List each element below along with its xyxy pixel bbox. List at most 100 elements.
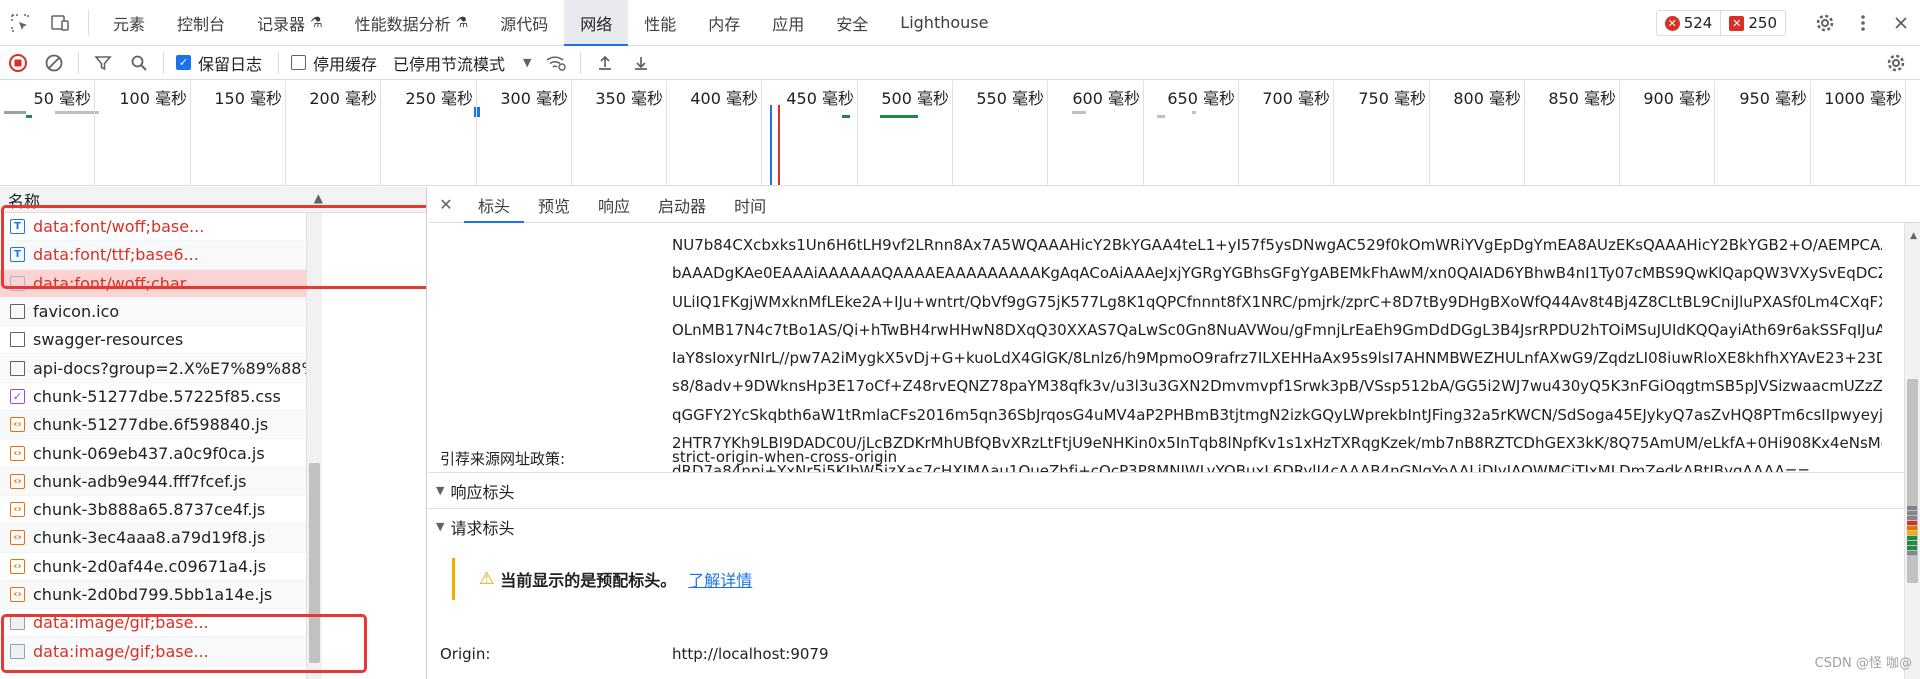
tab-2[interactable]: 记录器 ⚗	[241, 0, 339, 46]
font-file-icon: T	[10, 219, 25, 235]
detail-scrollbar[interactable]	[1904, 223, 1920, 679]
settings-gear-icon[interactable]	[1806, 0, 1844, 46]
tab-label: 性能	[644, 14, 677, 34]
request-name: chunk-51277dbe.6f598840.js	[33, 415, 269, 435]
referrer-policy-key: 引荐来源网址政策:	[440, 450, 566, 468]
clear-icon[interactable]	[36, 46, 72, 80]
document-file-icon	[10, 332, 25, 348]
data-url-line: s8/8adv+9DWknsHp3E17oCf+Z48rvEQNZ78paYM3…	[672, 377, 1882, 396]
origin-key: Origin:	[440, 645, 491, 663]
response-headers-section[interactable]: ▼ 响应标头	[428, 472, 1904, 508]
detail-tab-0[interactable]: 标头	[464, 187, 525, 223]
checkbox-checked-icon[interactable]: ✓	[176, 55, 191, 70]
network-settings-gear-icon[interactable]	[1878, 46, 1914, 80]
watermark: CSDN @怪 咖@	[1814, 656, 1912, 671]
warning-icon: ⚠	[479, 569, 495, 589]
detail-tab-4[interactable]: 时间	[720, 187, 780, 223]
scrollbar-thumb[interactable]	[309, 463, 320, 663]
tab-10[interactable]: Lighthouse	[884, 0, 1004, 46]
request-name: data:image/gif;base...	[33, 613, 209, 633]
device-toolbar-icon[interactable]	[40, 0, 80, 46]
disable-cache-checkbox[interactable]: 停用缓存	[285, 51, 387, 75]
tab-label: 记录器	[257, 14, 306, 34]
data-url-line: OLnMB17N4c7tBo1AS/Qi+hTwBH4rwHHwN8DXqQ30…	[672, 320, 1882, 339]
learn-more-link[interactable]: 了解详情	[688, 567, 752, 591]
search-icon[interactable]	[121, 46, 157, 80]
font-file-icon	[10, 275, 25, 291]
issue-icon: ✕	[1729, 15, 1745, 31]
request-name: chunk-2d0bd799.5bb1a14e.js	[33, 585, 273, 604]
request-name: data:font/ttf;base6...	[33, 245, 199, 265]
request-list: 名称 ▲ Tdata:font/woff;base... Tdata:font/t…	[0, 187, 427, 679]
collapse-triangle-icon: ▼	[436, 520, 445, 533]
divider	[88, 9, 89, 36]
tab-1[interactable]: 控制台	[161, 0, 241, 46]
filter-icon[interactable]	[85, 46, 121, 80]
detail-tab-1[interactable]: 预览	[524, 187, 584, 223]
issue-count: 250	[1748, 14, 1777, 32]
divider	[163, 51, 164, 74]
export-har-icon[interactable]	[623, 46, 659, 80]
data-url-line: IaY8sIoxyrNIrL//pw7A2iMygkX5vDj+G+kuoLdX…	[672, 349, 1882, 368]
tab-label: 网络	[580, 14, 613, 34]
document-file-icon	[10, 304, 25, 320]
script-file-icon: ‹›	[10, 558, 25, 574]
import-har-icon[interactable]	[587, 46, 623, 80]
origin-header-row: Origin: http://localhost:9079	[440, 645, 829, 663]
issue-counter[interactable]: ✕ 250	[1720, 11, 1785, 35]
clipped-line	[672, 223, 1882, 231]
request-name: swagger-resources	[33, 330, 184, 350]
error-icon: ✕	[1664, 15, 1680, 31]
request-list-scrollbar[interactable]	[306, 213, 322, 679]
name-column-header[interactable]: 名称 ▲	[0, 187, 426, 213]
network-conditions-icon[interactable]	[538, 46, 574, 80]
request-name: data:font/woff;char...	[33, 273, 201, 293]
throttling-value: 已停用节流模式	[393, 54, 506, 74]
data-url-line: bAAADgKAe0EAAAiAAAAAAQAAAAEAAAAAAAAAKgAq…	[672, 264, 1882, 283]
sort-ascending-icon[interactable]: ▲	[314, 191, 323, 205]
tab-7[interactable]: 内存	[692, 0, 756, 46]
waterfall-collapsed-area	[322, 213, 426, 679]
request-name: chunk-3b888a65.8737ce4f.js	[33, 500, 266, 520]
record-stop-icon[interactable]	[0, 46, 36, 80]
referrer-policy-row: 引荐来源网址政策: strict-origin-when-cross-origi…	[440, 448, 897, 469]
inspect-element-icon[interactable]	[0, 0, 40, 46]
preserve-log-checkbox[interactable]: ✓ 保留日志	[170, 51, 272, 75]
request-name: chunk-adb9e944.fff7fcef.js	[33, 471, 247, 491]
more-options-icon[interactable]	[1844, 0, 1882, 46]
request-name: chunk-51277dbe.57225f85.css	[33, 386, 281, 406]
divider	[78, 51, 79, 74]
referrer-policy-value: strict-origin-when-cross-origin	[672, 448, 898, 466]
experimental-flask-icon: ⚗	[310, 14, 323, 31]
request-name: chunk-3ec4aaa8.a79d19f8.js	[33, 528, 266, 548]
provisional-headers-warning: ⚠ 当前显示的是预配标头。 了解详情	[452, 558, 752, 600]
headers-view: NU7b84CXcbxks1Un6H6tLH9vf2LRnn8Ax7A5WQAA…	[428, 223, 1904, 679]
tab-0[interactable]: 元素	[97, 0, 161, 46]
error-counter[interactable]: ✕ 524	[1657, 11, 1721, 35]
image-file-icon	[10, 643, 25, 659]
stylesheet-file-icon: ✓	[10, 388, 25, 404]
checkbox-unchecked-icon[interactable]	[291, 55, 307, 70]
tab-3[interactable]: 性能数据分析 ⚗	[339, 0, 485, 46]
dropdown-caret-icon: ▼	[523, 56, 532, 69]
tab-label: 元素	[113, 14, 146, 34]
collapse-triangle-icon: ▼	[436, 484, 445, 497]
tab-4[interactable]: 源代码	[484, 0, 564, 46]
tab-label: 内存	[708, 14, 741, 34]
network-overview-timeline[interactable]: 50 毫秒 100 毫秒 150 毫秒 200 毫秒 250 毫秒 300 毫秒 350 毫…	[0, 81, 1920, 186]
scroll-up-arrow-icon[interactable]: ▲	[1910, 231, 1917, 241]
data-url-line: NU7b84CXcbxks1Un6H6tLH9vf2LRnn8Ax7A5WQAA…	[672, 236, 1882, 254]
tab-9[interactable]: 安全	[820, 0, 884, 46]
request-headers-section[interactable]: ▼ 请求标头	[428, 508, 1904, 544]
detail-tab-3[interactable]: 启动器	[644, 187, 720, 223]
close-devtools-icon[interactable]	[1882, 0, 1920, 46]
tab-5[interactable]: 网络	[564, 0, 629, 46]
detail-tab-2[interactable]: 响应	[584, 187, 644, 223]
tab-6[interactable]: 性能	[628, 0, 692, 46]
close-detail-icon[interactable]: ✕	[428, 195, 464, 214]
tab-8[interactable]: 应用	[756, 0, 820, 46]
script-file-icon: ‹›	[10, 417, 25, 433]
issue-counters[interactable]: ✕ 524 ✕ 250	[1655, 10, 1786, 36]
throttling-select[interactable]: 已停用节流模式 ▼	[387, 51, 537, 75]
image-file-icon	[10, 615, 25, 631]
